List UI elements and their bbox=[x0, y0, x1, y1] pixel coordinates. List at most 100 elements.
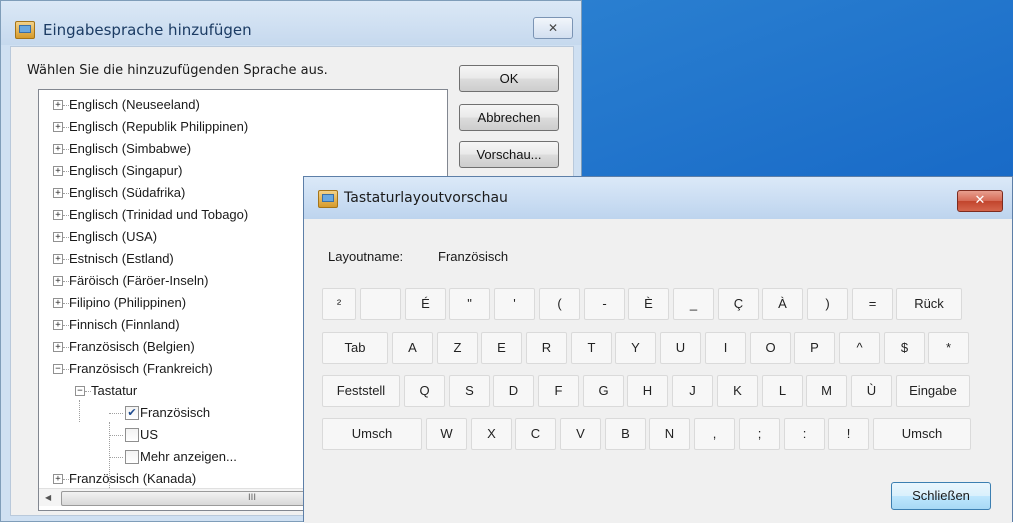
expand-icon[interactable]: + bbox=[53, 342, 63, 352]
keyboard-key: T bbox=[571, 332, 612, 364]
keyboard-key: X bbox=[471, 418, 512, 450]
close-preview-button[interactable]: Schließen bbox=[891, 482, 991, 510]
tree-item-label: Finnisch (Finnland) bbox=[69, 317, 180, 332]
keyboard-key: : bbox=[784, 418, 825, 450]
keyboard-key: Ù bbox=[851, 375, 892, 407]
keyboard-key: K bbox=[717, 375, 758, 407]
keyboard-key: = bbox=[852, 288, 893, 320]
keyboard-key: J bbox=[672, 375, 713, 407]
keyboard-key: N bbox=[649, 418, 690, 450]
tree-item-label: Englisch (Simbabwe) bbox=[69, 141, 192, 156]
keyboard-key: G bbox=[583, 375, 624, 407]
cancel-button[interactable]: Abbrechen bbox=[459, 104, 559, 131]
keyboard-key: ) bbox=[807, 288, 848, 320]
keyboard-key: ! bbox=[828, 418, 869, 450]
tree-item-label: Färöisch (Färöer-Inseln) bbox=[69, 273, 209, 288]
tree-item-label: Englisch (Republik Philippinen) bbox=[69, 119, 249, 134]
tree-item-label: Englisch (Südafrika) bbox=[69, 185, 186, 200]
keyboard-preview-dialog: Tastaturlayoutvorschau ✕ Layoutname: Fra… bbox=[303, 176, 1013, 523]
tree-item-label: Französisch (Belgien) bbox=[69, 339, 195, 354]
keyboard-key: D bbox=[493, 375, 534, 407]
keyboard-key: - bbox=[584, 288, 625, 320]
tree-item-label: Englisch (USA) bbox=[69, 229, 158, 244]
keyboard-key: P bbox=[794, 332, 835, 364]
keyboard-key: ( bbox=[539, 288, 580, 320]
keyboard-key: W bbox=[426, 418, 467, 450]
preview-button[interactable]: Vorschau... bbox=[459, 141, 559, 168]
tree-item-label: Englisch (Neuseeland) bbox=[69, 97, 200, 112]
collapse-icon[interactable]: − bbox=[75, 386, 85, 396]
keyboard-key: S bbox=[449, 375, 490, 407]
keyboard-key: H bbox=[627, 375, 668, 407]
keyboard-key: A bbox=[392, 332, 433, 364]
language-dialog-icon bbox=[15, 21, 35, 39]
layout-name-label: Layoutname: bbox=[328, 249, 404, 264]
keyboard-key: À bbox=[762, 288, 803, 320]
add-language-close-button[interactable]: ✕ bbox=[533, 17, 573, 39]
expand-icon[interactable]: + bbox=[53, 232, 63, 242]
keyboard-key: ^ bbox=[839, 332, 880, 364]
ok-button[interactable]: OK bbox=[459, 65, 559, 92]
keyboard-key: $ bbox=[884, 332, 925, 364]
keyboard-key: E bbox=[481, 332, 522, 364]
keyboard-key: È bbox=[628, 288, 669, 320]
layout-name-value: Französisch bbox=[438, 249, 509, 264]
keyboard-key: O bbox=[750, 332, 791, 364]
keyboard-key: Umsch bbox=[873, 418, 971, 450]
keyboard-key: F bbox=[538, 375, 579, 407]
keyboard-key: Umsch bbox=[322, 418, 422, 450]
keyboard-key: Rück bbox=[896, 288, 962, 320]
expand-icon[interactable]: + bbox=[53, 144, 63, 154]
expand-icon[interactable]: + bbox=[53, 188, 63, 198]
expand-icon[interactable]: + bbox=[53, 276, 63, 286]
keyboard-preview-titlebar[interactable]: Tastaturlayoutvorschau ✕ bbox=[304, 177, 1012, 219]
keyboard-preview-close-icon[interactable]: ✕ bbox=[957, 190, 1003, 212]
keyboard-key: " bbox=[449, 288, 490, 320]
keyboard-key: R bbox=[526, 332, 567, 364]
expand-icon[interactable]: + bbox=[53, 122, 63, 132]
keyboard-key: Y bbox=[615, 332, 656, 364]
keyboard-key: Eingabe bbox=[896, 375, 970, 407]
expand-icon[interactable]: + bbox=[53, 320, 63, 330]
keyboard-key: Z bbox=[437, 332, 478, 364]
keyboard-key: I bbox=[705, 332, 746, 364]
tree-connector bbox=[109, 457, 123, 458]
tree-item-label: Französisch (Frankreich) bbox=[69, 361, 213, 376]
keyboard-key: M bbox=[806, 375, 847, 407]
expand-icon[interactable]: + bbox=[53, 298, 63, 308]
add-language-titlebar[interactable]: Eingabesprache hinzufügen ✕ bbox=[1, 1, 581, 45]
tree-item-label: Mehr anzeigen... bbox=[140, 449, 237, 464]
keyboard-key: Feststell bbox=[322, 375, 400, 407]
expand-icon[interactable]: + bbox=[53, 100, 63, 110]
checkbox-checked[interactable]: ✔ bbox=[125, 406, 139, 420]
tree-connector bbox=[109, 422, 110, 488]
keyboard-key: Tab bbox=[322, 332, 388, 364]
keyboard-key: ² bbox=[322, 288, 356, 320]
expand-icon[interactable]: + bbox=[53, 254, 63, 264]
tree-connector bbox=[109, 435, 123, 436]
checkbox-unchecked[interactable] bbox=[125, 428, 139, 442]
keyboard-key: ; bbox=[739, 418, 780, 450]
scroll-left-icon[interactable]: ◀ bbox=[45, 493, 51, 502]
expand-icon[interactable]: + bbox=[53, 166, 63, 176]
keyboard-key: Ç bbox=[718, 288, 759, 320]
keyboard-key bbox=[360, 288, 401, 320]
instruction-text: Wählen Sie die hinzuzufügenden Sprache a… bbox=[27, 63, 328, 78]
checkbox-unchecked[interactable] bbox=[125, 450, 139, 464]
tree-item-label: Estnisch (Estland) bbox=[69, 251, 174, 266]
expand-icon[interactable]: + bbox=[53, 210, 63, 220]
tree-item-label: US bbox=[140, 427, 159, 442]
keyboard-key: * bbox=[928, 332, 969, 364]
tree-item-label: Französisch (Kanada) bbox=[69, 471, 197, 486]
tree-item-label: Englisch (Singapur) bbox=[69, 163, 183, 178]
keyboard-key: Q bbox=[404, 375, 445, 407]
keyboard-key: C bbox=[515, 418, 556, 450]
keyboard-key: V bbox=[560, 418, 601, 450]
collapse-icon[interactable]: − bbox=[53, 364, 63, 374]
keyboard-key: , bbox=[694, 418, 735, 450]
tree-item-label: Französisch bbox=[140, 405, 211, 420]
keyboard-key: _ bbox=[673, 288, 714, 320]
expand-icon[interactable]: + bbox=[53, 474, 63, 484]
keyboard-preview-client-area bbox=[304, 219, 1012, 523]
keyboard-key: U bbox=[660, 332, 701, 364]
